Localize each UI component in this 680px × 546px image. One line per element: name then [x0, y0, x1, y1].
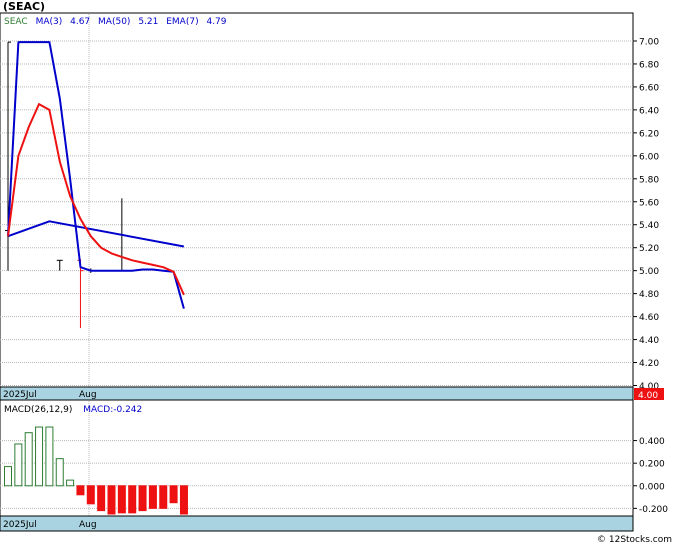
- macd-bar: [117, 485, 126, 514]
- legend-ma3-label: MA(3): [36, 17, 63, 27]
- macd-bar: [138, 485, 147, 512]
- macd-legend-value: MACD:-0.242: [83, 405, 142, 415]
- macd-bar: [107, 485, 116, 515]
- price-panel-frame: [0, 12, 634, 401]
- macd-bar: [24, 432, 33, 487]
- macd-bar: [4, 466, 12, 487]
- price-badge: 4.00: [638, 391, 658, 401]
- price-tick-label: 5.60: [639, 198, 659, 208]
- legend-ticker: SEAC: [4, 17, 28, 27]
- macd-bar: [97, 485, 106, 512]
- price-tick-label: 4.80: [639, 290, 659, 300]
- macd-tick-label: -0.200: [639, 505, 668, 515]
- macd-tick-label: 0.000: [639, 482, 665, 492]
- macd-bar: [159, 485, 168, 509]
- price-tick-label: 6.20: [639, 129, 659, 139]
- macd-bar: [179, 485, 188, 515]
- legend-ma3-value: 4.67: [70, 17, 90, 27]
- price-tick-label: 6.60: [639, 83, 659, 93]
- macd-bar: [55, 458, 64, 487]
- price-tick-label: 4.60: [639, 313, 659, 323]
- legend-ma50-label: MA(50): [98, 17, 130, 27]
- xlabel-jul: 2025Jul: [3, 390, 37, 400]
- price-legend: SEAC MA(3) 4.67 MA(50) 5.21 EMA(7) 4.79: [4, 17, 227, 27]
- macd-legend: MACD(26,12,9) MACD:-0.242: [4, 405, 142, 415]
- legend-ema7-label: EMA(7): [166, 17, 198, 27]
- price-tick-label: 6.40: [639, 106, 659, 116]
- macd-xlabel-jul: 2025Jul: [3, 520, 37, 530]
- price-tick-label: 7.00: [639, 37, 659, 47]
- price-tick-label: 6.00: [639, 152, 659, 162]
- price-tick-label: 6.80: [639, 60, 659, 70]
- price-tick-label: 5.20: [639, 244, 659, 254]
- footer-credit: © 12Stocks.com: [597, 535, 672, 545]
- price-axis: 7.00 6.80 6.60 6.40 6.20 6.00 5.80 5.60 5.40 5.20…: [633, 37, 659, 392]
- macd-bar: [45, 426, 54, 487]
- macd-legend-label: MACD(26,12,9): [4, 405, 72, 415]
- macd-bar: [148, 485, 157, 509]
- macd-xlabel-aug: Aug: [79, 520, 97, 530]
- legend-ma50-value: 5.21: [138, 17, 158, 27]
- legend-ema7-value: 4.79: [206, 17, 226, 27]
- macd-bar: [128, 485, 137, 514]
- xlabel-aug: Aug: [79, 390, 97, 400]
- macd-bar: [169, 485, 178, 504]
- price-tick-label: 5.00: [639, 267, 659, 277]
- macd-bar: [66, 479, 75, 487]
- macd-axis: 0.400 0.200 0.000 -0.200: [633, 437, 668, 515]
- macd-bar: [76, 485, 85, 496]
- macd-bar: [86, 485, 95, 505]
- macd-tick-label: 0.200: [639, 460, 665, 470]
- price-tick-label: 5.40: [639, 221, 659, 231]
- macd-bar: [35, 426, 44, 487]
- stock-chart: 7.00 6.80 6.60 6.40 6.20 6.00 5.80 5.60 5.40 5.20…: [0, 12, 672, 545]
- macd-panel-frame: [0, 399, 634, 532]
- price-tick-label: 4.40: [639, 336, 659, 346]
- macd-tick-label: 0.400: [639, 437, 665, 447]
- macd-bar: [14, 443, 23, 487]
- price-tick-label: 4.20: [639, 359, 659, 369]
- price-tick-label: 5.80: [639, 175, 659, 185]
